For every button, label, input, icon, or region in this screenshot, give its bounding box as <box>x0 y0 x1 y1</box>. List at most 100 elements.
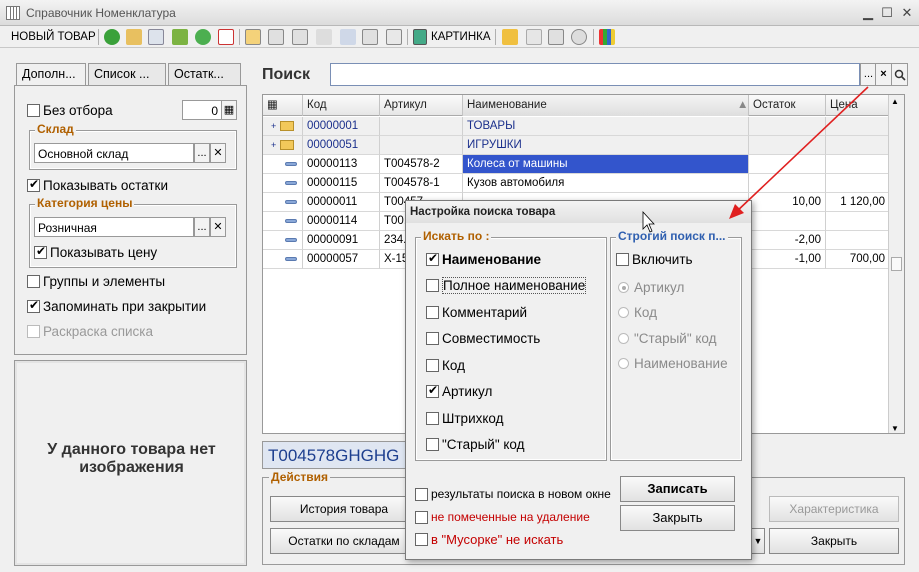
close-button[interactable]: Закрыть <box>769 528 899 554</box>
stock-by-warehouse-button[interactable]: Остатки по складам <box>270 528 418 554</box>
add-icon[interactable] <box>104 29 120 45</box>
strict-option-label: Код <box>634 305 657 320</box>
price-category-field[interactable]: Розничная <box>34 217 194 237</box>
picture-button[interactable]: КАРТИНКА <box>428 28 494 46</box>
search-field-box[interactable] <box>426 411 439 425</box>
trash-checkbox[interactable]: в "Мусорке" не искать <box>415 530 563 548</box>
search-field-box[interactable] <box>426 383 439 398</box>
trash-box[interactable] <box>415 532 428 546</box>
filter-off-icon[interactable] <box>316 29 332 45</box>
search-field-box[interactable] <box>426 251 439 266</box>
table-row[interactable]: 00000113 Т004578-2 Колеса от машины <box>263 155 890 174</box>
refresh-icon[interactable] <box>195 29 211 45</box>
no-filter-checkbox[interactable]: Без отбора <box>27 101 113 119</box>
find-icon[interactable] <box>268 29 284 45</box>
strict-enable-box[interactable] <box>616 252 629 266</box>
edit-icon[interactable] <box>172 29 188 45</box>
price-clear-button[interactable]: ✕ <box>210 217 226 237</box>
colors-icon[interactable] <box>599 29 615 45</box>
strict-option-radio: Наименование <box>618 355 728 373</box>
scroll-up-icon[interactable]: ▲ <box>891 97 899 106</box>
new-window-checkbox[interactable]: результаты поиска в новом окне <box>415 485 611 503</box>
search-doc-icon[interactable] <box>571 29 587 45</box>
search-input[interactable] <box>330 63 860 86</box>
show-stock-checkbox[interactable]: Показывать остатки <box>27 176 168 194</box>
search-field-box[interactable] <box>426 438 439 451</box>
column-code[interactable]: Код <box>303 95 380 116</box>
search-field-box[interactable] <box>426 358 439 372</box>
not-marked-box[interactable] <box>415 510 428 524</box>
cell-price <box>826 231 890 250</box>
maximize-button[interactable]: ☐ <box>878 4 896 22</box>
search-field-box[interactable] <box>426 332 439 345</box>
strict-enable-checkbox[interactable]: Включить <box>616 250 693 268</box>
warehouse-field[interactable]: Основной склад <box>34 143 194 163</box>
print-icon[interactable] <box>386 29 402 45</box>
tab-stock[interactable]: Остатк... <box>168 63 241 85</box>
column-name[interactable]: Наименование <box>463 95 749 116</box>
column-stock[interactable]: Остаток <box>749 95 826 116</box>
search-field-checkbox[interactable]: Наименование <box>426 250 541 268</box>
save-button[interactable]: Записать <box>620 476 735 502</box>
no-filter-box[interactable] <box>27 103 40 117</box>
search-field-box[interactable] <box>426 279 439 292</box>
search-go-button[interactable] <box>891 63 908 86</box>
search-field-box[interactable] <box>426 305 439 319</box>
cell-stock: 10,00 <box>749 193 826 212</box>
groups-and-items-checkbox[interactable]: Группы и элементы <box>27 272 165 290</box>
tab-additional[interactable]: Дополн... <box>16 63 86 86</box>
warehouse-clear-button[interactable]: ✕ <box>210 143 226 163</box>
filter-icon[interactable] <box>340 29 356 45</box>
calculator-icon[interactable]: ▦ <box>221 100 237 120</box>
filter-settings-icon[interactable] <box>362 29 378 45</box>
report-icon[interactable] <box>548 29 564 45</box>
warehouse-select-button[interactable]: ... <box>194 143 210 163</box>
search-field-checkbox[interactable]: Артикул <box>426 383 492 401</box>
new-item-button[interactable]: НОВЫЙ ТОВАР <box>8 28 99 46</box>
search-field-checkbox[interactable]: Комментарий <box>426 303 527 321</box>
show-stock-box[interactable] <box>27 177 40 192</box>
scroll-thumb[interactable] <box>891 257 902 271</box>
scroll-down-icon[interactable]: ▼ <box>891 424 899 433</box>
price-select-button[interactable]: ... <box>194 217 210 237</box>
search-field-checkbox[interactable]: Код <box>426 356 465 374</box>
show-price-box[interactable] <box>34 244 47 259</box>
cell-stock <box>749 155 826 174</box>
more-actions-dropdown[interactable]: ▼ <box>751 528 765 554</box>
cell-article: Т004578-2 <box>380 155 463 174</box>
item-history-button[interactable]: История товара <box>270 496 418 522</box>
column-price[interactable]: Цена <box>826 95 890 116</box>
filter-count-field[interactable]: 0 <box>182 100 222 120</box>
remember-on-close-box[interactable] <box>27 298 40 313</box>
show-price-checkbox[interactable]: Показывать цену <box>34 243 157 261</box>
hierarchy-icon[interactable] <box>292 29 308 45</box>
groups-and-items-box[interactable] <box>27 274 40 288</box>
add-folder-icon[interactable] <box>126 29 142 45</box>
grid-scrollbar[interactable]: ▲ ▼ <box>888 95 904 433</box>
move-down-icon[interactable] <box>526 29 542 45</box>
delete-icon[interactable] <box>218 29 234 45</box>
minimize-button[interactable]: ▁ <box>859 4 877 22</box>
dialog-close-button[interactable]: Закрыть <box>620 505 735 531</box>
table-row[interactable]: +00000001 ТОВАРЫ <box>263 117 890 136</box>
list-view-icon[interactable] <box>245 29 261 45</box>
no-image-message: У данного товара нет изображения <box>47 441 216 476</box>
remember-on-close-checkbox[interactable]: Запоминать при закрытии <box>27 297 206 315</box>
copy-icon[interactable] <box>148 29 164 45</box>
cell-code: 00000057 <box>303 250 380 269</box>
grid-header: ▦ Код Артикул Наименование ▲ Остаток Цен… <box>263 95 904 116</box>
tab-list[interactable]: Список ... <box>88 63 166 85</box>
new-window-box[interactable] <box>415 487 428 501</box>
not-marked-checkbox[interactable]: не помеченные на удаление <box>415 508 590 526</box>
search-field-checkbox[interactable]: "Старый" код <box>426 436 525 454</box>
move-up-icon[interactable] <box>502 29 518 45</box>
search-clear-button[interactable]: × <box>875 63 892 86</box>
grid-settings-icon[interactable]: ▦ <box>263 95 303 116</box>
close-window-button[interactable]: ✕ <box>898 4 916 22</box>
column-article[interactable]: Артикул <box>380 95 463 116</box>
search-field-checkbox[interactable]: Штрихкод <box>426 409 504 427</box>
search-field-checkbox[interactable]: Совместимость <box>426 330 540 348</box>
search-field-checkbox[interactable]: Полное наименование <box>426 277 587 295</box>
table-row[interactable]: 00000115 Т004578-1 Кузов автомобиля <box>263 174 890 193</box>
table-row[interactable]: +00000051 ИГРУШКИ <box>263 136 890 155</box>
